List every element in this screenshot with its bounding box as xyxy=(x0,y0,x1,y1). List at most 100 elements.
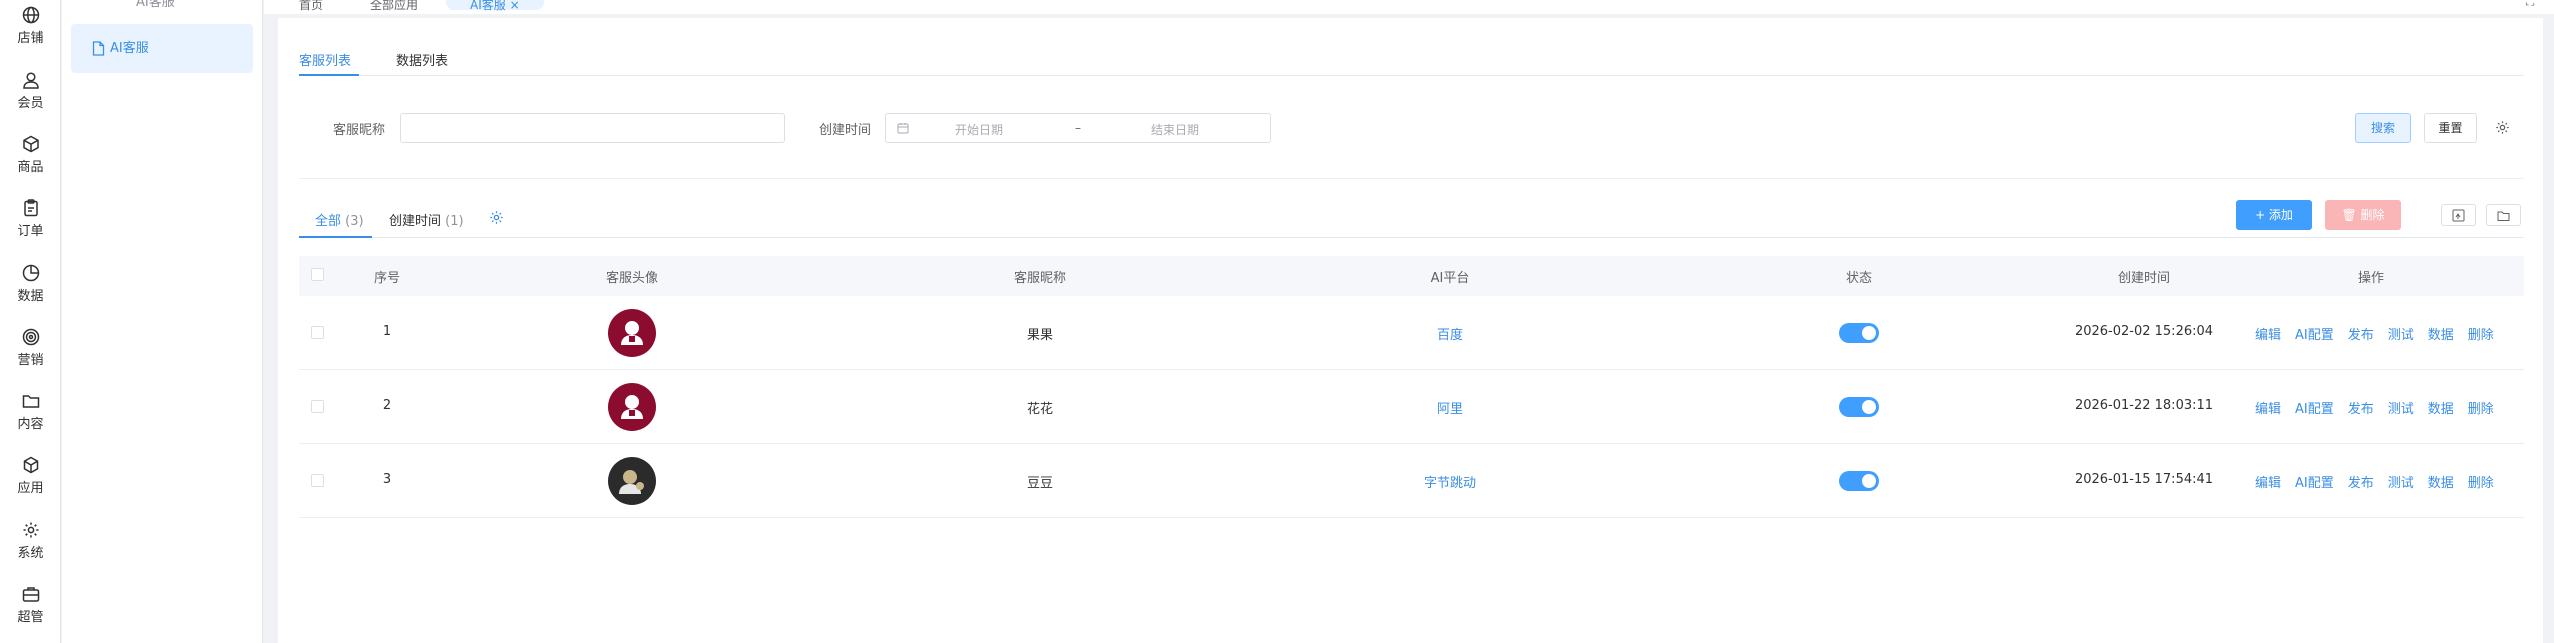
row-created: 2026-01-22 18:03:11 xyxy=(2074,398,2214,413)
close-icon[interactable]: × xyxy=(510,0,520,12)
delete-link[interactable]: 删除 xyxy=(2468,328,2494,343)
calendar-icon xyxy=(897,123,909,134)
row-platform-link[interactable]: 阿里 xyxy=(1437,398,1463,417)
header-status: 状态 xyxy=(1845,271,1873,286)
row-operations: 编辑 AI配置 发布 测试 数据 删除 xyxy=(2255,398,2508,417)
nav-marketing[interactable]: 营销 xyxy=(0,328,61,376)
nav-store[interactable]: 店铺 xyxy=(0,6,61,54)
nav-superadmin-label: 超管 xyxy=(17,610,44,625)
tab-data-list[interactable]: 数据列表 xyxy=(396,50,448,69)
document-icon xyxy=(92,41,105,56)
nav-system-label: 系统 xyxy=(17,546,44,561)
start-date-placeholder: 开始日期 xyxy=(955,123,1004,137)
nickname-filter-input[interactable] xyxy=(400,113,785,143)
status-toggle[interactable] xyxy=(1839,323,1879,343)
tab-service-list[interactable]: 客服列表 xyxy=(299,50,351,69)
table-row[interactable]: 2 花花 阿里 2026-01-22 18:03:11 编辑 AI配置 发布 测试 数据… xyxy=(299,370,2524,444)
list-tab-all-count: (3) xyxy=(345,214,364,229)
ai-config-link[interactable]: AI配置 xyxy=(2295,328,2334,343)
row-platform-link[interactable]: 字节跳动 xyxy=(1424,472,1476,491)
edit-link[interactable]: 编辑 xyxy=(2255,476,2281,491)
briefcase-icon xyxy=(22,587,39,602)
nav-goods[interactable]: 商品 xyxy=(0,135,61,183)
status-toggle[interactable] xyxy=(1839,471,1879,491)
batch-delete-button[interactable]: 🗑 删除 xyxy=(2325,200,2401,230)
sub-nav-item-label: AI客服 xyxy=(110,41,149,56)
nav-marketing-label: 营销 xyxy=(17,353,44,368)
page-tabs-divider xyxy=(299,75,2524,76)
avatar-person-icon xyxy=(621,321,643,345)
table-row[interactable]: 1 果果 百度 2026-02-02 15:26:04 编辑 AI配置 发布 测试 数据… xyxy=(299,296,2524,370)
nav-superadmin[interactable]: 超管 xyxy=(0,585,61,633)
sub-nav-item-ai-service[interactable]: AI客服 xyxy=(71,24,253,73)
data-link[interactable]: 数据 xyxy=(2428,402,2454,417)
list-tab-created-label: 创建时间 xyxy=(389,214,442,229)
settings-icon[interactable] xyxy=(2495,120,2510,135)
tab-home[interactable]: 首页 xyxy=(299,0,323,13)
ai-config-link[interactable]: AI配置 xyxy=(2295,402,2334,417)
fullscreen-icon[interactable]: ⛶ xyxy=(2526,0,2534,9)
export-button[interactable] xyxy=(2441,204,2476,226)
ai-config-link[interactable]: AI配置 xyxy=(2295,476,2334,491)
nav-member-label: 会员 xyxy=(17,96,44,111)
data-link[interactable]: 数据 xyxy=(2428,476,2454,491)
delete-link[interactable]: 删除 xyxy=(2468,402,2494,417)
list-tab-all-label: 全部 xyxy=(315,214,342,229)
nav-orders[interactable]: 订单 xyxy=(0,199,61,247)
pie-chart-icon xyxy=(22,264,39,282)
date-range-separator: – xyxy=(1075,121,1081,135)
row-checkbox[interactable] xyxy=(311,326,324,339)
select-all-checkbox[interactable] xyxy=(311,268,324,281)
table-row[interactable]: 3 豆豆 字节跳动 2026-01-15 17:54:41 编辑 AI配置 发布 测试… xyxy=(299,444,2524,518)
row-created: 2026-01-15 17:54:41 xyxy=(2074,472,2214,487)
globe-icon xyxy=(22,6,39,24)
row-platform-link[interactable]: 百度 xyxy=(1437,324,1463,343)
list-tab-created[interactable]: 创建时间 (1) xyxy=(389,210,464,229)
reset-button[interactable]: 重置 xyxy=(2424,113,2477,143)
nav-data-label: 数据 xyxy=(17,289,44,304)
test-link[interactable]: 测试 xyxy=(2388,328,2414,343)
nav-member[interactable]: 会员 xyxy=(0,71,61,119)
publish-link[interactable]: 发布 xyxy=(2348,402,2374,417)
publish-link[interactable]: 发布 xyxy=(2348,476,2374,491)
nav-content[interactable]: 内容 xyxy=(0,392,61,440)
tab-settings-icon[interactable] xyxy=(489,210,504,225)
created-filter-label: 创建时间 xyxy=(819,123,872,138)
status-toggle[interactable] xyxy=(1839,397,1879,417)
tab-all-apps[interactable]: 全部应用 xyxy=(370,0,418,13)
nav-data[interactable]: 数据 xyxy=(0,264,61,312)
header-created: 创建时间 xyxy=(2117,271,2171,286)
edit-link[interactable]: 编辑 xyxy=(2255,402,2281,417)
avatar xyxy=(608,383,656,431)
edit-link[interactable]: 编辑 xyxy=(2255,328,2281,343)
search-button[interactable]: 搜索 xyxy=(2355,113,2411,143)
test-link[interactable]: 测试 xyxy=(2388,476,2414,491)
target-icon xyxy=(22,328,39,346)
box-icon xyxy=(22,135,39,153)
add-button[interactable]: + 添加 xyxy=(2236,200,2312,230)
folder-button[interactable] xyxy=(2486,204,2521,226)
sub-nav-title: AI客服 xyxy=(136,0,175,10)
test-link[interactable]: 测试 xyxy=(2388,402,2414,417)
nav-system[interactable]: 系统 xyxy=(0,521,61,569)
data-link[interactable]: 数据 xyxy=(2428,328,2454,343)
row-nickname: 豆豆 xyxy=(1026,476,1054,491)
row-checkbox[interactable] xyxy=(311,474,324,487)
row-no: 3 xyxy=(382,472,392,487)
delete-link[interactable]: 删除 xyxy=(2468,476,2494,491)
tab-ai-service[interactable]: AI客服 × xyxy=(446,0,544,12)
list-tab-all[interactable]: 全部 (3) xyxy=(315,210,364,229)
nav-orders-label: 订单 xyxy=(17,224,44,239)
publish-link[interactable]: 发布 xyxy=(2348,328,2374,343)
row-nickname: 果果 xyxy=(1026,328,1054,343)
row-checkbox[interactable] xyxy=(311,400,324,413)
nav-apps-label: 应用 xyxy=(17,481,44,496)
date-range-picker[interactable]: 开始日期 – 结束日期 xyxy=(885,113,1271,143)
filter-divider xyxy=(299,178,2524,179)
page-tabs-active-indicator xyxy=(299,74,359,76)
header-no: 序号 xyxy=(373,271,401,286)
trash-icon: 🗑 xyxy=(2341,208,2357,222)
nav-apps[interactable]: 应用 xyxy=(0,456,61,504)
export-icon xyxy=(2452,209,2465,222)
row-created: 2026-02-02 15:26:04 xyxy=(2074,324,2214,339)
